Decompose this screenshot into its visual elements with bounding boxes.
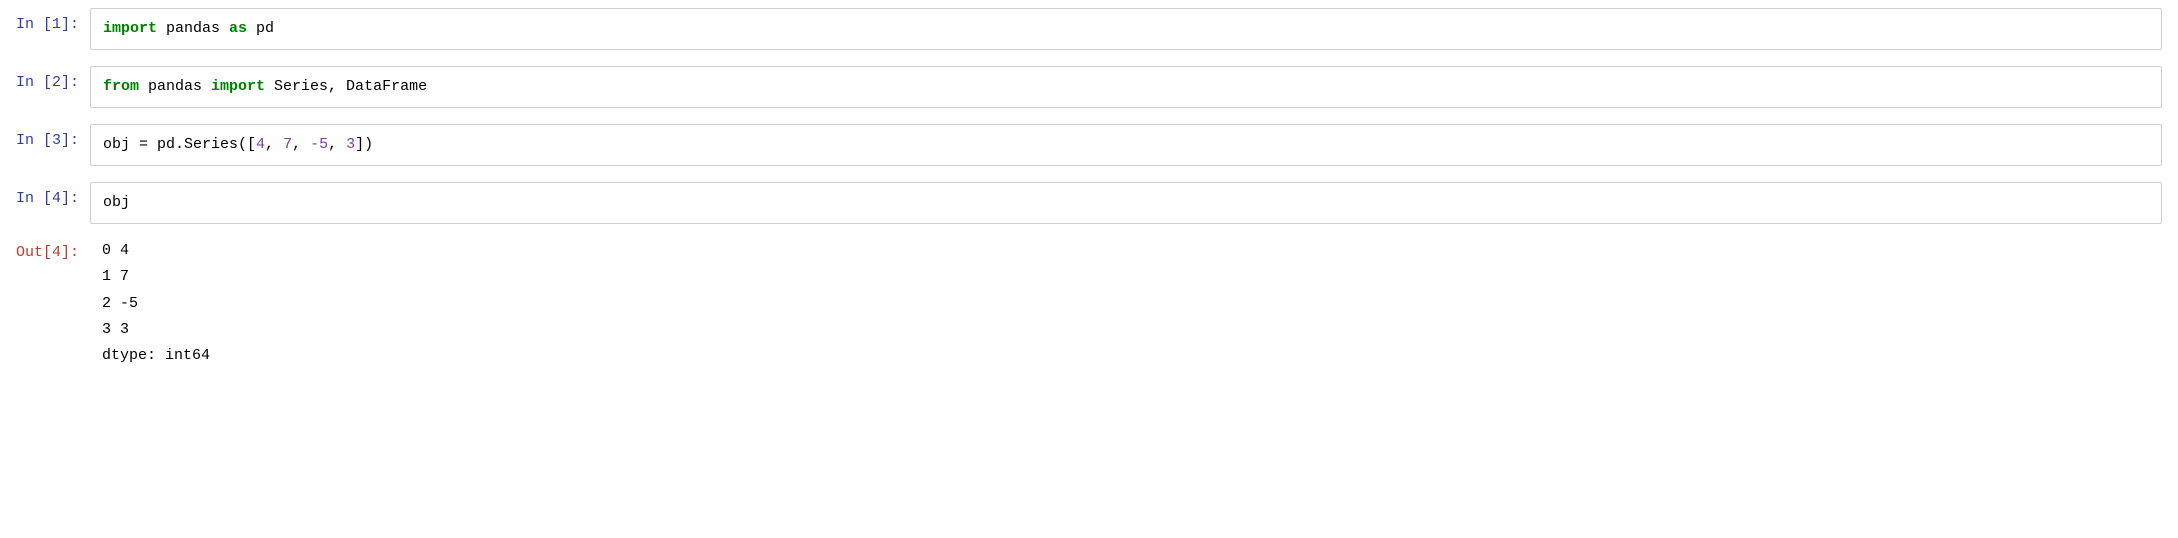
code-text: , <box>292 136 310 153</box>
cell-4-label: In [4]: <box>0 180 90 219</box>
keyword-as: as <box>229 20 247 37</box>
code-text: Series, DataFrame <box>265 78 427 95</box>
output-row-3: 3 3 <box>102 317 210 343</box>
number-7: 7 <box>283 136 292 153</box>
output-dtype: dtype: int64 <box>102 343 210 369</box>
cell-4-output: 0 4 1 7 2 -5 3 3 dtype: int64 <box>90 234 210 373</box>
code-text: , <box>265 136 283 153</box>
code-text: , <box>328 136 346 153</box>
cell-1: In [1]: import pandas as pd <box>0 0 2178 58</box>
cell-3-label: In [3]: <box>0 122 90 161</box>
cell-3: In [3]: obj = pd.Series([4, 7, -5, 3]) <box>0 116 2178 174</box>
cell-2-label: In [2]: <box>0 64 90 103</box>
number-neg5: -5 <box>310 136 328 153</box>
code-text: obj = pd.Series([ <box>103 136 256 153</box>
code-text: pandas <box>157 20 229 37</box>
code-text: pd <box>247 20 274 37</box>
output-row-1: 1 7 <box>102 264 210 290</box>
code-text: pandas <box>139 78 211 95</box>
keyword-import-2: import <box>211 78 265 95</box>
output-row-0: 0 4 <box>102 238 210 264</box>
cell-3-input[interactable]: obj = pd.Series([4, 7, -5, 3]) <box>90 124 2162 166</box>
cell-4-out-label: Out[4]: <box>0 234 90 273</box>
cell-1-label: In [1]: <box>0 6 90 45</box>
number-4: 4 <box>256 136 265 153</box>
cell-1-input[interactable]: import pandas as pd <box>90 8 2162 50</box>
cell-4-output-block: Out[4]: 0 4 1 7 2 -5 3 3 dtype: int64 <box>0 232 2178 375</box>
code-obj: obj <box>103 194 130 211</box>
cell-4-input[interactable]: obj <box>90 182 2162 224</box>
output-row-2: 2 -5 <box>102 291 210 317</box>
cell-2: In [2]: from pandas import Series, DataF… <box>0 58 2178 116</box>
keyword-import-1: import <box>103 20 157 37</box>
keyword-from: from <box>103 78 139 95</box>
code-text: ]) <box>355 136 373 153</box>
notebook: In [1]: import pandas as pd In [2]: from… <box>0 0 2178 375</box>
cell-4: In [4]: obj <box>0 174 2178 232</box>
cell-2-input[interactable]: from pandas import Series, DataFrame <box>90 66 2162 108</box>
number-3: 3 <box>346 136 355 153</box>
